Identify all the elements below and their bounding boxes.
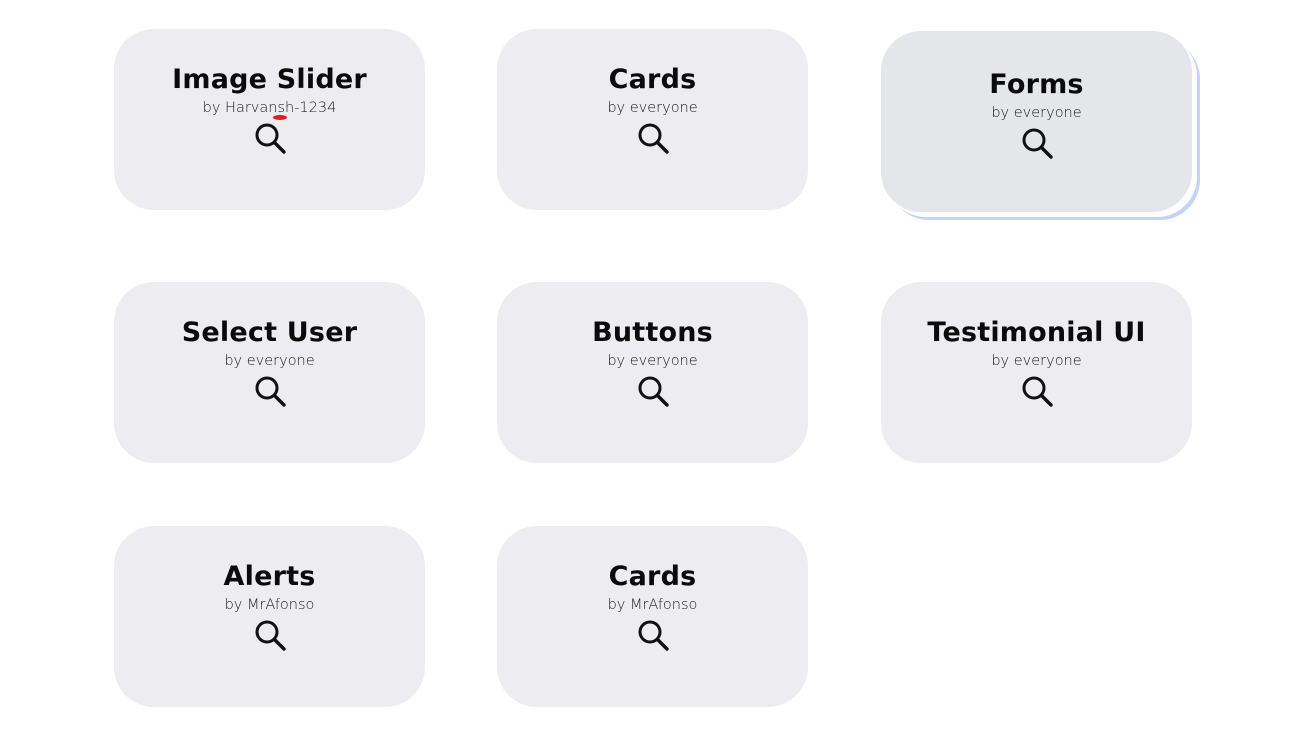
- cursor-marker: [273, 115, 287, 120]
- card-alerts[interactable]: Alerts by MrAfonso: [114, 526, 425, 707]
- card-author: by everyone: [607, 100, 698, 116]
- card-title: Image Slider: [172, 64, 367, 95]
- card-author: by MrAfonso: [224, 597, 315, 613]
- card-title: Alerts: [223, 561, 316, 592]
- card-title: Select User: [181, 317, 358, 348]
- card-author: by Harvansh-1234: [202, 100, 337, 116]
- card-author: by everyone: [991, 105, 1082, 121]
- card-title: Forms: [989, 69, 1084, 100]
- card-author: by everyone: [607, 353, 698, 369]
- card-testimonial-ui[interactable]: Testimonial UI by everyone: [881, 282, 1192, 463]
- search-icon[interactable]: [636, 121, 670, 155]
- search-icon[interactable]: [636, 618, 670, 652]
- card-forms[interactable]: Forms by everyone: [881, 31, 1192, 212]
- card-title: Cards: [608, 561, 697, 592]
- card-author: by everyone: [224, 353, 315, 369]
- project-grid: Image Slider by Harvansh-1234 Cards by e…: [0, 0, 1291, 736]
- search-icon[interactable]: [253, 374, 287, 408]
- card-cards-mrafonso[interactable]: Cards by MrAfonso: [497, 526, 808, 707]
- search-icon[interactable]: [1020, 126, 1054, 160]
- card-image-slider[interactable]: Image Slider by Harvansh-1234: [114, 29, 425, 210]
- search-icon[interactable]: [253, 618, 287, 652]
- card-title: Cards: [608, 64, 697, 95]
- card-buttons[interactable]: Buttons by everyone: [497, 282, 808, 463]
- search-icon[interactable]: [253, 121, 287, 155]
- card-title: Buttons: [592, 317, 713, 348]
- search-icon[interactable]: [636, 374, 670, 408]
- card-author: by everyone: [991, 353, 1082, 369]
- search-icon[interactable]: [1020, 374, 1054, 408]
- card-cards[interactable]: Cards by everyone: [497, 29, 808, 210]
- card-title: Testimonial UI: [927, 317, 1146, 348]
- card-select-user[interactable]: Select User by everyone: [114, 282, 425, 463]
- card-author: by MrAfonso: [607, 597, 698, 613]
